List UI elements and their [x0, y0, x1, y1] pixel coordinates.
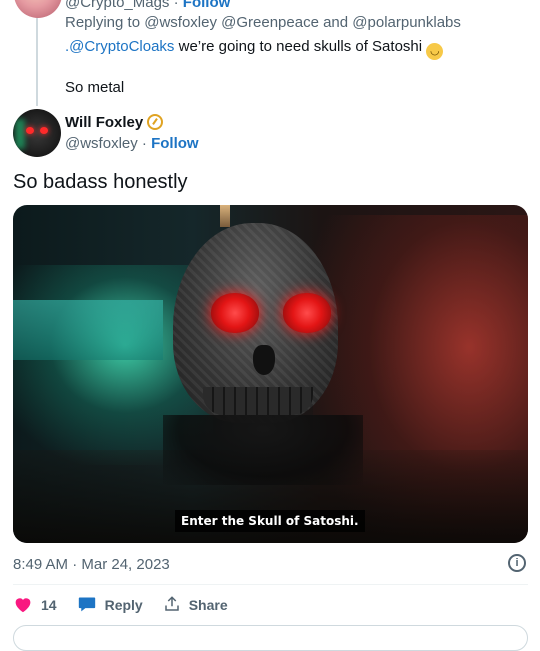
read-more-button[interactable] — [13, 625, 528, 651]
avatar-eye-right — [40, 127, 48, 134]
timestamp[interactable]: 8:49 AM · Mar 24, 2023 — [13, 556, 170, 573]
parent-handle-line: @Crypto_Mags · Follow — [65, 0, 230, 11]
avatar-eye-left — [26, 127, 34, 134]
avatar-glow — [15, 119, 25, 149]
parent-handle[interactable]: @Crypto_Mags — [65, 0, 169, 11]
tweet-text: So badass honestly — [13, 171, 188, 193]
follow-link[interactable]: Follow — [151, 135, 199, 152]
skull-nose — [253, 345, 275, 375]
divider — [13, 584, 528, 585]
video-caption: Enter the Skull of Satoshi. — [175, 510, 365, 532]
heart-icon — [13, 595, 33, 616]
parent-tweet-text: .@CryptoCloaks we’re going to need skull… — [65, 38, 444, 60]
parent-avatar[interactable] — [14, 0, 62, 18]
skull-cables — [163, 415, 363, 485]
mention-link[interactable]: @CryptoCloaks — [69, 38, 174, 55]
reply-button[interactable]: Reply — [77, 595, 143, 616]
replying-to: Replying to @wsfoxley @Greenpeace and @p… — [65, 14, 461, 31]
tweet-video[interactable]: Enter the Skull of Satoshi. — [13, 205, 528, 543]
video-window-glow — [13, 300, 163, 360]
info-icon[interactable]: i — [508, 554, 526, 572]
author-handle-line: @wsfoxley · Follow — [65, 135, 199, 152]
share-button[interactable]: Share — [163, 595, 228, 616]
reply-label: Reply — [104, 597, 143, 613]
like-count: 14 — [41, 597, 57, 613]
reply-icon — [77, 595, 97, 616]
separator: · — [137, 135, 152, 152]
replying-to-mentions[interactable]: @wsfoxley @Greenpeace and @polarpunklabs — [144, 14, 461, 31]
author-avatar[interactable] — [13, 109, 61, 157]
separator: · — [169, 0, 183, 11]
author-name[interactable]: Will Foxley — [65, 114, 143, 131]
verified-badge-icon[interactable] — [147, 114, 164, 130]
grinning-emoji-icon: ◡ — [426, 43, 444, 60]
skull-teeth — [203, 387, 313, 415]
author-name-line: Will Foxley — [65, 114, 164, 131]
like-button[interactable]: 14 — [13, 595, 57, 616]
skull-eye-right — [283, 293, 331, 333]
share-label: Share — [188, 597, 228, 613]
skull-eye-left — [211, 293, 259, 333]
action-bar: 14 Reply Share — [13, 595, 248, 615]
parent-follow-link[interactable]: Follow — [183, 0, 231, 11]
replying-to-prefix: Replying to — [65, 14, 141, 31]
share-icon — [163, 595, 181, 616]
parent-body-line2: So metal — [65, 79, 125, 96]
video-spike — [220, 205, 230, 227]
author-handle[interactable]: @wsfoxley — [65, 135, 138, 152]
parent-body: we’re going to need skulls of Satoshi — [174, 38, 423, 55]
